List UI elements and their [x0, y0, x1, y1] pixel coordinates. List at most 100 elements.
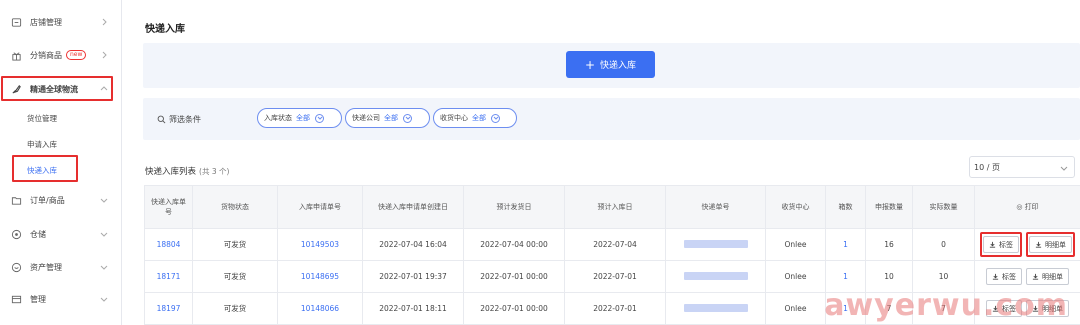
plus-icon: + [584, 57, 596, 72]
pill-label: 入库状态 [264, 114, 292, 122]
apply-no-link[interactable]: 10148695 [277, 260, 363, 293]
list-title: 快递入库列表 (共 3 个) [145, 165, 229, 177]
sidebar-item-label: 管理 [30, 294, 46, 304]
created-cell: 2022-07-01 19:37 [362, 260, 464, 293]
column-header: 快递入库单号 [144, 185, 193, 229]
chevron-down-icon [100, 263, 108, 271]
status-cell: 可发货 [192, 228, 278, 261]
column-header: 实际数量 [912, 185, 975, 229]
chevron-right-icon [100, 51, 108, 59]
new-badge: new [66, 50, 87, 60]
column-header: 货物状态 [192, 185, 278, 229]
print-label-button[interactable]: 标签 [986, 268, 1022, 285]
filter-pill-status[interactable]: 入库状态 全部 [257, 108, 342, 128]
search-icon [157, 115, 166, 124]
chevron-down-icon [100, 196, 108, 204]
chevron-right-icon [100, 18, 108, 26]
filter-pill-center[interactable]: 收货中心 全部 [433, 108, 517, 128]
highlight-box: 标签 [980, 232, 1022, 257]
highlight-box: 明细单 [1026, 232, 1075, 257]
wallet-icon [9, 260, 23, 274]
sidebar-item-label: 资产管理 [30, 262, 62, 272]
button-label: 标签 [1002, 272, 1016, 281]
shop-icon [9, 15, 23, 29]
sidebar-sub-item-apply-inbound[interactable]: 申请入库 [27, 139, 57, 150]
sidebar-sub-item-location[interactable]: 货位管理 [27, 113, 57, 124]
highlight-box [1, 76, 113, 101]
column-header: 入库申请单号 [277, 185, 363, 229]
ship-date-cell: 2022-07-04 00:00 [463, 228, 565, 261]
express-inbound-button[interactable]: + 快递入库 [566, 51, 655, 78]
button-label: 标签 [999, 240, 1013, 249]
chevron-down-icon [1060, 164, 1068, 172]
center-cell: Onlee [765, 292, 826, 325]
column-header: 快递单号 [665, 185, 766, 229]
sidebar-item-label: 订单/商品 [30, 195, 65, 205]
filter-label-text: 筛选条件 [169, 115, 201, 124]
tracking-cell [665, 228, 766, 261]
sidebar-item-distribution[interactable]: 分销商品 new [0, 41, 120, 69]
declared-cell: 16 [865, 228, 913, 261]
column-header: 收货中心 [765, 185, 826, 229]
pill-value: 全部 [296, 114, 310, 122]
sidebar-item-warehouse[interactable]: 仓储 [0, 220, 120, 248]
print-icon: ◎ [1016, 203, 1023, 211]
inbound-id-link[interactable]: 18804 [144, 228, 193, 261]
chevron-down-icon [100, 295, 108, 303]
sidebar-item-label: 仓储 [30, 229, 46, 239]
folder-icon [9, 193, 23, 207]
apply-no-link[interactable]: 10148066 [277, 292, 363, 325]
column-header-print: ◎ 打印 [974, 185, 1080, 229]
download-icon [992, 273, 999, 280]
list-count: (共 3 个) [199, 167, 230, 176]
filter-label: 筛选条件 [157, 114, 201, 125]
chevron-down-icon [403, 113, 412, 123]
gift-icon [9, 48, 23, 62]
sidebar-item-orders[interactable]: 订单/商品 [0, 186, 120, 214]
sidebar-item-manage[interactable]: 管理 [0, 285, 120, 313]
list-title-text: 快递入库列表 [145, 167, 197, 177]
sidebar-item-label: 分销商品 [30, 50, 62, 60]
table-row: 18804 可发货 10149503 2022-07-04 16:04 2022… [144, 228, 1080, 261]
arrive-date-cell: 2022-07-04 [564, 228, 666, 261]
redacted-tracking [683, 303, 748, 312]
page-size-select[interactable]: 10 / 页 [969, 156, 1075, 178]
filter-pill-courier[interactable]: 快递公司 全部 [345, 108, 430, 128]
tracking-cell [665, 292, 766, 325]
apply-no-link[interactable]: 10149503 [277, 228, 363, 261]
sidebar-item-assets[interactable]: 资产管理 [0, 253, 120, 281]
center-cell: Onlee [765, 228, 826, 261]
pill-value: 全部 [472, 114, 486, 122]
inbound-id-link[interactable]: 18197 [144, 292, 193, 325]
main-content: 快递入库 + 快递入库 筛选条件 入库状态 全部 快递公司 全部 收货中心 全部… [123, 0, 1080, 325]
layers-icon [9, 292, 23, 306]
print-detail-button[interactable]: 明细单 [1029, 236, 1072, 253]
actual-cell: 0 [912, 228, 975, 261]
status-cell: 可发货 [192, 260, 278, 293]
print-actions: 标签 明细单 [984, 268, 1071, 285]
print-detail-button[interactable]: 明细单 [1026, 268, 1069, 285]
print-cell: 标签 明细单 [974, 228, 1080, 261]
status-cell: 可发货 [192, 292, 278, 325]
ship-date-cell: 2022-07-01 00:00 [463, 292, 565, 325]
tracking-cell [665, 260, 766, 293]
pill-label: 快递公司 [352, 114, 380, 122]
download-icon [1032, 273, 1039, 280]
print-header-label: 打印 [1024, 203, 1039, 211]
watermark-text: awyerwu.com [824, 288, 1068, 323]
created-cell: 2022-07-01 18:11 [362, 292, 464, 325]
highlight-box [12, 155, 78, 182]
chevron-down-icon [491, 113, 500, 123]
download-icon [1035, 241, 1042, 248]
sidebar-item-shop[interactable]: 店铺管理 [0, 8, 120, 36]
button-label: 明细单 [1042, 272, 1063, 281]
arrive-date-cell: 2022-07-01 [564, 260, 666, 293]
pill-value: 全部 [384, 114, 398, 122]
ship-date-cell: 2022-07-01 00:00 [463, 260, 565, 293]
boxes-cell: 1 [825, 228, 866, 261]
inbound-id-link[interactable]: 18171 [144, 260, 193, 293]
print-label-button[interactable]: 标签 [983, 236, 1019, 253]
print-actions: 标签 明细单 [978, 232, 1077, 257]
table-header-row: 快递入库单号 货物状态 入库申请单号 快递入库申请单创建日 预计发货日 预计入库… [144, 185, 1080, 229]
column-header: 预计发货日 [463, 185, 565, 229]
